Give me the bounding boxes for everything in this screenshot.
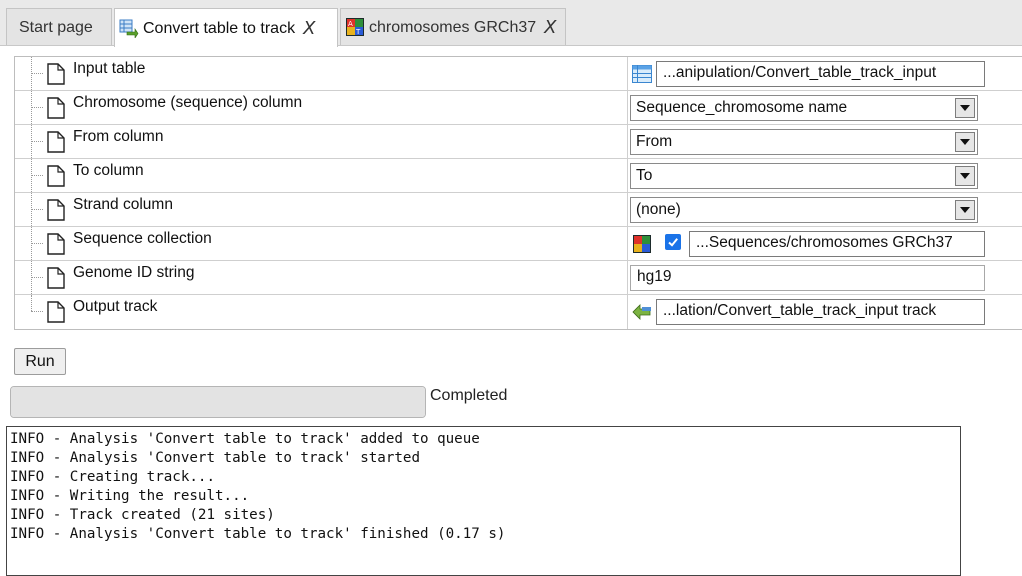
log-line: INFO - Analysis 'Convert table to track'… bbox=[10, 450, 420, 466]
progress-bar bbox=[10, 386, 426, 418]
sequence-collection-checkbox[interactable] bbox=[665, 234, 681, 250]
document-icon bbox=[47, 233, 65, 255]
param-label: Sequence collection bbox=[73, 230, 212, 247]
tab-start-page[interactable]: Start page bbox=[6, 8, 112, 45]
param-row-chromosome-column: Chromosome (sequence) column Sequence_ch… bbox=[15, 91, 1022, 125]
select-value: Sequence_chromosome name bbox=[636, 99, 848, 116]
tree-connector bbox=[31, 227, 45, 260]
status-text: Completed bbox=[430, 387, 508, 404]
tree-connector bbox=[31, 125, 45, 158]
document-icon bbox=[47, 165, 65, 187]
tab-bar: Start page Convert table to track X A T … bbox=[0, 0, 1022, 47]
select-value: From bbox=[636, 133, 673, 150]
param-row-sequence-collection: Sequence collection ...Sequences/chromos… bbox=[15, 227, 1022, 261]
chevron-down-icon[interactable] bbox=[955, 98, 975, 118]
param-row-from-column: From column From bbox=[15, 125, 1022, 159]
param-label: Chromosome (sequence) column bbox=[73, 94, 303, 111]
document-icon bbox=[47, 97, 65, 119]
tab-chromosomes-grch37[interactable]: A T chromosomes GRCh37 X bbox=[340, 8, 566, 45]
tab-convert-table-to-track[interactable]: Convert table to track X bbox=[114, 8, 338, 47]
chevron-down-icon[interactable] bbox=[955, 132, 975, 152]
tab-label: chromosomes GRCh37 bbox=[369, 19, 537, 36]
tree-connector bbox=[31, 57, 45, 90]
track-icon bbox=[632, 304, 651, 320]
param-label: Strand column bbox=[73, 196, 173, 213]
chromosome-column-select[interactable]: Sequence_chromosome name bbox=[630, 95, 978, 121]
from-column-select[interactable]: From bbox=[630, 129, 978, 155]
tree-connector bbox=[31, 295, 45, 329]
close-icon[interactable]: X bbox=[303, 18, 315, 39]
document-icon bbox=[47, 63, 65, 85]
log-line: INFO - Analysis 'Convert table to track'… bbox=[10, 526, 506, 542]
output-track-field[interactable]: ...lation/Convert_table_track_input trac… bbox=[656, 299, 985, 325]
input-table-field[interactable]: ...anipulation/Convert_table_track_input bbox=[656, 61, 985, 87]
sequence-collection-icon bbox=[633, 235, 651, 253]
chevron-down-icon[interactable] bbox=[955, 200, 975, 220]
checkmark-icon bbox=[668, 238, 678, 247]
close-icon[interactable]: X bbox=[544, 17, 556, 38]
log-line: INFO - Creating track... bbox=[10, 469, 215, 485]
tree-connector bbox=[31, 193, 45, 226]
param-label: Input table bbox=[73, 60, 146, 77]
svg-text:A: A bbox=[348, 20, 353, 28]
log-line: INFO - Analysis 'Convert table to track'… bbox=[10, 431, 480, 447]
tab-label: Start page bbox=[19, 19, 93, 36]
run-button[interactable]: Run bbox=[14, 348, 66, 375]
param-row-output-track: Output track ...lation/Convert_table_tra… bbox=[15, 295, 1022, 329]
genome-id-input[interactable]: hg19 bbox=[630, 265, 985, 291]
sequence-collection-icon: A T bbox=[345, 17, 365, 37]
tree-connector bbox=[31, 91, 45, 124]
document-icon bbox=[47, 199, 65, 221]
param-row-genome-id: Genome ID string hg19 bbox=[15, 261, 1022, 295]
param-label: To column bbox=[73, 162, 144, 179]
select-value: To bbox=[636, 167, 653, 184]
param-label: From column bbox=[73, 128, 164, 145]
select-value: (none) bbox=[636, 201, 681, 218]
param-label: Genome ID string bbox=[73, 264, 195, 281]
parameters-table: Input table ...anipulation/Convert_table… bbox=[14, 56, 1022, 330]
table-icon bbox=[632, 65, 652, 83]
document-icon bbox=[47, 131, 65, 153]
param-label: Output track bbox=[73, 298, 158, 315]
tree-connector bbox=[31, 261, 45, 294]
svg-text:T: T bbox=[355, 28, 361, 36]
param-row-to-column: To column To bbox=[15, 159, 1022, 193]
tab-label: Convert table to track bbox=[143, 20, 296, 37]
sequence-collection-field[interactable]: ...Sequences/chromosomes GRCh37 bbox=[689, 231, 985, 257]
log-line: INFO - Track created (21 sites) bbox=[10, 507, 275, 523]
strand-column-select[interactable]: (none) bbox=[630, 197, 978, 223]
document-icon bbox=[47, 301, 65, 323]
progress-fill bbox=[11, 387, 425, 417]
log-line: INFO - Writing the result... bbox=[10, 488, 250, 504]
tree-connector bbox=[31, 159, 45, 192]
convert-table-icon bbox=[119, 18, 139, 39]
document-icon bbox=[47, 267, 65, 289]
log-output: INFO - Analysis 'Convert table to track'… bbox=[6, 426, 961, 576]
to-column-select[interactable]: To bbox=[630, 163, 978, 189]
param-row-strand-column: Strand column (none) bbox=[15, 193, 1022, 227]
param-row-input-table: Input table ...anipulation/Convert_table… bbox=[15, 57, 1022, 91]
chevron-down-icon[interactable] bbox=[955, 166, 975, 186]
